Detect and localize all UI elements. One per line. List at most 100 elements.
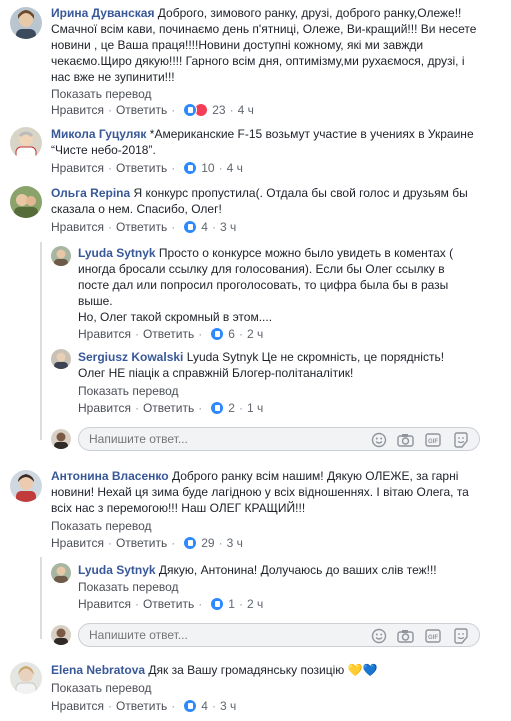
reply-button[interactable]: Ответить: [116, 535, 167, 551]
comment-text: сказала о нем. Спасибо, Олег!: [51, 202, 222, 216]
avatar[interactable]: [10, 662, 42, 694]
comment-text: Дяк за Вашу громадянську позицію 💛💙: [148, 663, 378, 677]
like-button[interactable]: Нравится: [51, 535, 104, 551]
like-button[interactable]: Нравится: [51, 160, 104, 176]
reaction-count[interactable]: 1: [210, 596, 235, 612]
author-name[interactable]: Elena Nebratova: [51, 663, 145, 677]
like-icon: [210, 401, 225, 415]
reply-button[interactable]: Ответить: [116, 102, 167, 118]
like-icon: [183, 699, 198, 713]
comment-text: Доброго ранку всім нашим! Дякую ОЛЕЖЕ, з…: [171, 469, 459, 483]
camera-icon[interactable]: [397, 628, 414, 643]
camera-icon[interactable]: [397, 432, 414, 447]
reply-input[interactable]: [89, 431, 339, 447]
comment-text: Смачної всім кави, починаємо день п'ятни…: [51, 22, 477, 36]
like-button[interactable]: Нравится: [51, 219, 104, 235]
comment-text: Просто о конкурсе можно было увидеть в к…: [158, 246, 454, 260]
comment-actions: Нравится · Ответить · 23 · 4 ч: [51, 102, 254, 118]
comment-actions: Нравится · Ответить · 4 · 3 ч: [51, 698, 237, 714]
like-icon: [183, 161, 198, 175]
like-button[interactable]: Нравится: [78, 596, 131, 612]
timestamp[interactable]: 3 ч: [220, 698, 236, 714]
avatar[interactable]: [10, 127, 42, 159]
comment-body: Elena Nebratova Дяк за Вашу громадянську…: [51, 662, 496, 678]
reply-input-box[interactable]: GIF: [78, 427, 480, 451]
reaction-count[interactable]: 10: [183, 160, 215, 176]
reply-button[interactable]: Ответить: [143, 326, 194, 342]
comment-body: Sergiusz Kowalski Lyuda Sytnyk Це не скр…: [78, 349, 503, 381]
current-user-avatar: [51, 625, 71, 645]
like-icon: [183, 536, 198, 550]
comment-body: Микола Гуцуляк *Американские F-15 возьму…: [51, 126, 496, 158]
like-icon: [183, 220, 198, 234]
like-button[interactable]: Нравится: [51, 102, 104, 118]
timestamp[interactable]: 4 ч: [238, 102, 254, 118]
reply-button[interactable]: Ответить: [143, 596, 194, 612]
show-translation-link[interactable]: Показать перевод: [51, 86, 152, 102]
like-button[interactable]: Нравится: [78, 326, 131, 342]
comment-body: Ирина Дуванская Доброго, зимового ранку,…: [51, 5, 496, 85]
show-translation-link[interactable]: Показать перевод: [51, 680, 152, 696]
comment-body: Lyuda Sytnyk Дякую, Антонина! Долучаюсь …: [78, 562, 503, 578]
like-button[interactable]: Нравится: [51, 698, 104, 714]
comment-text: нас вже не зупинити!!!: [51, 70, 175, 84]
reply-button[interactable]: Ответить: [116, 698, 167, 714]
comment-body: Ольга Repina Я конкурс пропустила(. Отда…: [51, 185, 496, 217]
avatar[interactable]: [10, 186, 42, 218]
comment-text: Олег НЕ піацік а справжній Блогер-політа…: [78, 366, 354, 380]
comment-body: Антонина Власенко Доброго ранку всім наш…: [51, 468, 496, 516]
comment-text: иногда бросали ссылку для голосования). …: [78, 262, 445, 276]
smile-icon[interactable]: [371, 628, 387, 644]
comment-text: Я конкурс пропустила(. Отдала бы свой го…: [133, 186, 468, 200]
reaction-count[interactable]: 6: [210, 326, 235, 342]
timestamp[interactable]: 2 ч: [247, 596, 263, 612]
author-name[interactable]: Микола Гуцуляк: [51, 127, 146, 141]
comment-actions: Нравится · Ответить · 1 · 2 ч: [78, 596, 264, 612]
comment-actions: Нравится · Ответить · 2 · 1 ч: [78, 400, 264, 416]
timestamp[interactable]: 4 ч: [227, 160, 243, 176]
comment-text: Дякую, Антонина! Долучаюсь до ваших слів…: [158, 563, 437, 577]
reaction-count[interactable]: 4: [183, 698, 208, 714]
reply-input[interactable]: [89, 627, 339, 643]
avatar[interactable]: [51, 563, 71, 583]
author-name[interactable]: Ирина Дуванская: [51, 6, 154, 20]
reply-button[interactable]: Ответить: [143, 400, 194, 416]
avatar[interactable]: [51, 349, 71, 369]
reaction-count[interactable]: 29: [183, 535, 215, 551]
like-icon: [210, 597, 225, 611]
reply-thread-line: [40, 242, 42, 440]
show-translation-link[interactable]: Показать перевод: [51, 518, 152, 534]
reaction-count[interactable]: 4: [183, 219, 208, 235]
gif-icon[interactable]: GIF: [425, 432, 441, 447]
author-name[interactable]: Ольга Repina: [51, 186, 130, 200]
sticker-icon[interactable]: [453, 628, 469, 644]
author-name[interactable]: Sergiusz Kowalski: [78, 350, 183, 364]
reply-input-box[interactable]: GIF: [78, 623, 480, 647]
show-translation-link[interactable]: Показать перевод: [78, 579, 179, 595]
avatar[interactable]: [10, 470, 42, 502]
like-icon: [210, 327, 225, 341]
svg-text:GIF: GIF: [428, 439, 438, 445]
reaction-count[interactable]: 23: [183, 102, 226, 118]
author-name[interactable]: Антонина Власенко: [51, 469, 169, 483]
comment-text: Lyuda Sytnyk Це не скромність, це порядн…: [186, 350, 445, 364]
reply-button[interactable]: Ответить: [116, 160, 167, 176]
comment-text: посте дал или попросил проголосовать, то…: [78, 278, 449, 292]
author-name[interactable]: Lyuda Sytnyk: [78, 563, 156, 577]
show-translation-link[interactable]: Показать перевод: [78, 383, 179, 399]
reaction-count[interactable]: 2: [210, 400, 235, 416]
avatar[interactable]: [51, 246, 71, 266]
gif-icon[interactable]: GIF: [425, 628, 441, 643]
timestamp[interactable]: 3 ч: [227, 535, 243, 551]
timestamp[interactable]: 3 ч: [220, 219, 236, 235]
current-user-avatar: [51, 429, 71, 449]
comment-body: Lyuda Sytnyk Просто о конкурсе можно был…: [78, 245, 503, 325]
like-button[interactable]: Нравится: [78, 400, 131, 416]
sticker-icon[interactable]: [453, 432, 469, 448]
reply-button[interactable]: Ответить: [116, 219, 167, 235]
avatar[interactable]: [10, 7, 42, 39]
timestamp[interactable]: 1 ч: [247, 400, 263, 416]
timestamp[interactable]: 2 ч: [247, 326, 263, 342]
smile-icon[interactable]: [371, 432, 387, 448]
author-name[interactable]: Lyuda Sytnyk: [78, 246, 156, 260]
